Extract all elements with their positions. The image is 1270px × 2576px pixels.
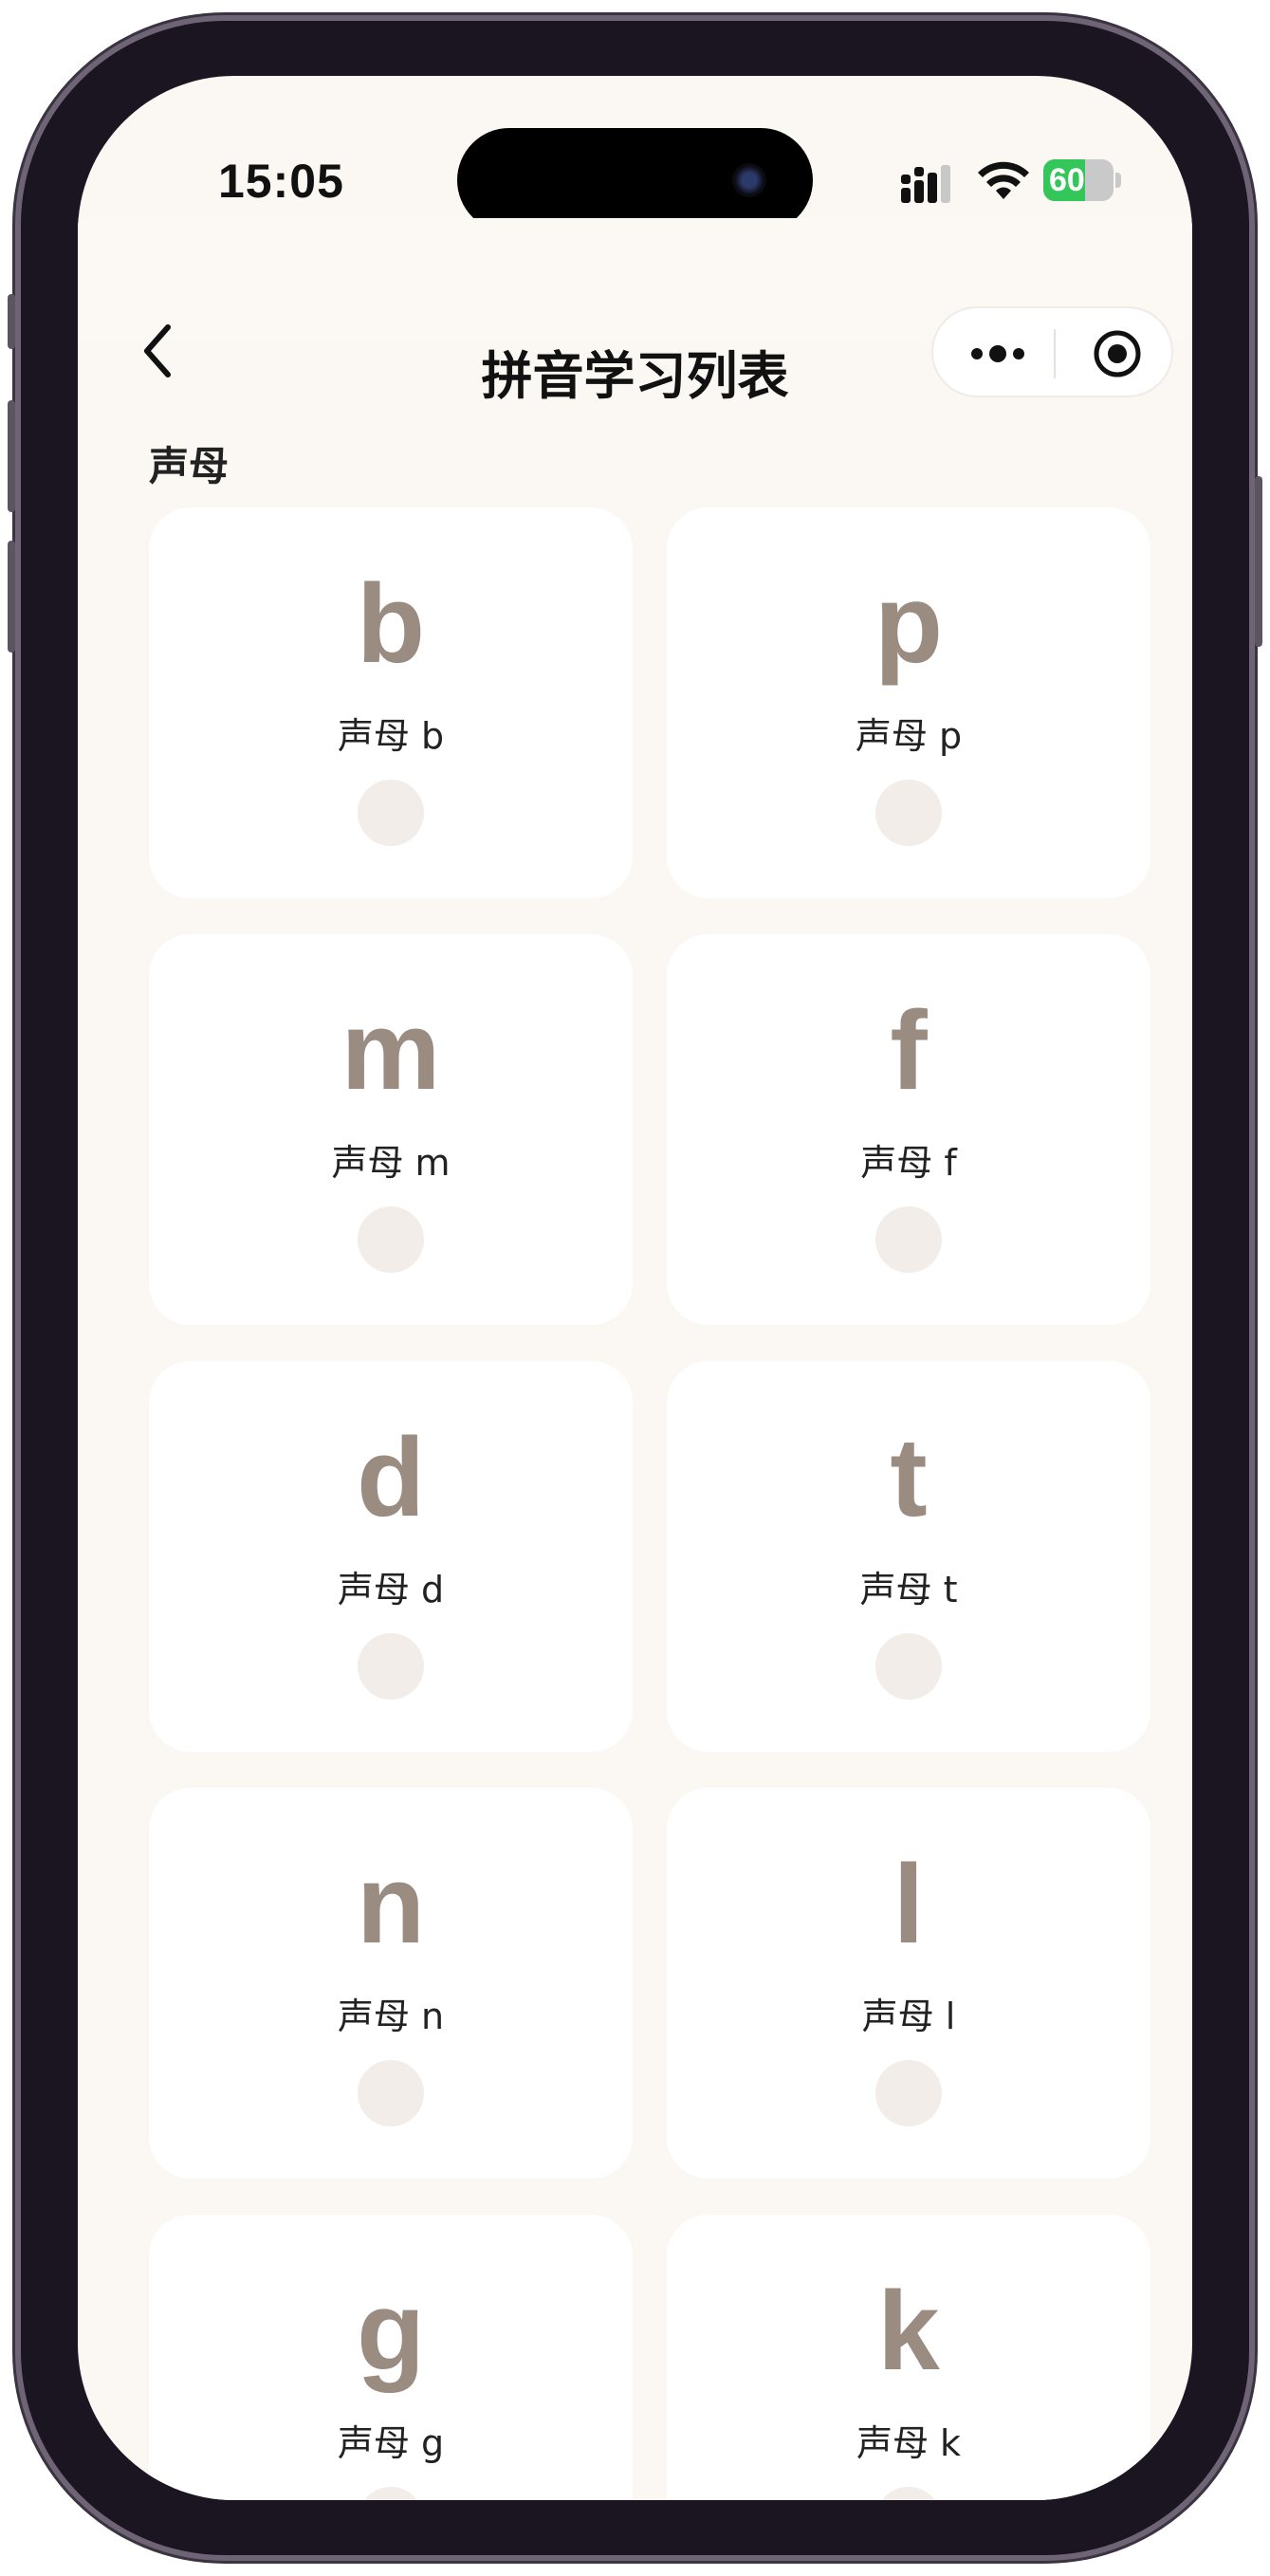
pinyin-label: 声母 d	[337, 1569, 445, 1610]
progress-dot	[358, 1633, 424, 1700]
more-dots-icon[interactable]	[969, 337, 1026, 371]
pinyin-label: 声母 m	[331, 1142, 451, 1184]
pinyin-label: 声母 n	[337, 1996, 445, 2037]
progress-dot	[358, 2060, 424, 2126]
pinyin-label: 声母 g	[337, 2422, 445, 2464]
battery-icon: 60	[1043, 159, 1121, 201]
camera-icon	[732, 163, 766, 197]
pinyin-letter: f	[890, 988, 928, 1113]
power-button	[1255, 476, 1262, 647]
target-icon[interactable]	[1091, 327, 1144, 380]
progress-dot	[358, 2487, 424, 2500]
progress-dot	[875, 2487, 942, 2500]
cellular-signal-icon	[901, 165, 950, 203]
pinyin-card-k[interactable]: k 声母 k	[667, 2215, 1150, 2500]
progress-dot	[875, 2060, 942, 2126]
pinyin-card-d[interactable]: d 声母 d	[149, 1361, 633, 1752]
pinyin-label: 声母 t	[859, 1569, 958, 1610]
pinyin-card-l[interactable]: l 声母 l	[667, 1788, 1150, 2179]
pinyin-label: 声母 k	[856, 2422, 962, 2464]
pinyin-letter: n	[356, 1842, 426, 1967]
pinyin-card-p[interactable]: p 声母 p	[667, 507, 1150, 898]
status-time: 15:05	[218, 155, 344, 208]
phone-frame: 15:05 60 拼音学习列表 声母 b 声母 b p 声母 p m 声母 m …	[8, 21, 1262, 2555]
pinyin-card-f[interactable]: f 声母 f	[667, 934, 1150, 1325]
pinyin-label: 声母 l	[861, 1996, 956, 2037]
pinyin-card-b[interactable]: b 声母 b	[149, 507, 633, 898]
pinyin-letter: m	[341, 988, 441, 1113]
progress-dot	[358, 1206, 424, 1273]
section-title: 声母	[149, 443, 230, 489]
pinyin-letter: k	[877, 2269, 940, 2394]
pinyin-letter: g	[356, 2269, 426, 2394]
status-bar: 15:05 60	[78, 76, 1192, 232]
pinyin-card-grid: b 声母 b p 声母 p m 声母 m f 声母 f d 声母 d t 声母 …	[149, 507, 1150, 2500]
pinyin-label: 声母 f	[860, 1142, 957, 1184]
volume-up-button	[8, 400, 15, 512]
battery-percent: 60	[1049, 162, 1085, 198]
volume-down-button	[8, 541, 15, 653]
pinyin-letter: d	[356, 1415, 426, 1540]
progress-dot	[358, 780, 424, 846]
pinyin-card-t[interactable]: t 声母 t	[667, 1361, 1150, 1752]
pinyin-card-n[interactable]: n 声母 n	[149, 1788, 633, 2179]
progress-dot	[875, 780, 942, 846]
pinyin-letter: l	[893, 1842, 925, 1967]
mini-program-capsule	[931, 306, 1173, 397]
pinyin-letter: p	[874, 561, 944, 687]
progress-dot	[875, 1206, 942, 1273]
pinyin-label: 声母 p	[855, 715, 963, 757]
wifi-icon	[978, 161, 1029, 199]
mute-switch	[8, 294, 15, 349]
pinyin-card-g[interactable]: g 声母 g	[149, 2215, 633, 2500]
screen: 15:05 60 拼音学习列表 声母 b 声母 b p 声母 p m 声母 m …	[78, 76, 1192, 2500]
pinyin-letter: b	[356, 561, 426, 687]
pinyin-card-m[interactable]: m 声母 m	[149, 934, 633, 1325]
pinyin-label: 声母 b	[337, 715, 445, 757]
battery-cap	[1115, 173, 1121, 188]
pinyin-letter: t	[890, 1415, 928, 1540]
capsule-divider	[1054, 329, 1056, 378]
battery-body: 60	[1043, 159, 1114, 201]
progress-dot	[875, 1633, 942, 1700]
